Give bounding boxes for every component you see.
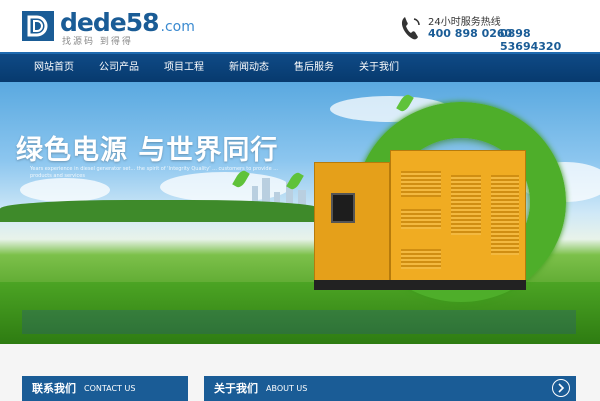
hero-banner[interactable]: 绿色电源 与世界同行 Years experience in diesel ge… xyxy=(0,82,600,344)
about-subtitle: ABOUT US xyxy=(266,384,308,393)
logo-suffix: .com xyxy=(160,19,195,35)
chevron-right-circle-icon[interactable] xyxy=(552,379,570,397)
main-nav: 网站首页 公司产品 项目工程 新闻动态 售后服务 关于我们 xyxy=(0,52,600,82)
hotline-label: 24小时服务热线 xyxy=(428,17,501,28)
nav-item-projects[interactable]: 项目工程 xyxy=(154,54,214,82)
contact-subtitle: CONTACT US xyxy=(84,384,136,393)
nav-item-about[interactable]: 关于我们 xyxy=(349,54,409,82)
contact-header: 联系我们 CONTACT US xyxy=(22,376,188,401)
logo-mark-icon xyxy=(22,11,54,41)
vent-grille xyxy=(401,209,441,229)
nav-item-service[interactable]: 售后服务 xyxy=(284,54,344,82)
hotline-number-2: 0898 53694320 xyxy=(500,27,562,53)
generator-base xyxy=(314,280,526,290)
banner-headline: 绿色电源 与世界同行 xyxy=(16,135,279,166)
banner-subtext: Years experience in diesel generator set… xyxy=(30,166,279,179)
about-header: 关于我们 ABOUT US xyxy=(204,376,576,401)
vent-grille xyxy=(401,171,441,197)
site-header: dede58 .com 找源码 到得得 24小时服务热线 400 898 0260… xyxy=(0,0,600,53)
hotline-block: 24小时服务热线 400 898 0260 0898 53694320 xyxy=(400,11,590,53)
vent-grille xyxy=(491,175,519,255)
nav-item-news[interactable]: 新闻动态 xyxy=(219,54,279,82)
phone-icon xyxy=(400,15,422,41)
vent-grille xyxy=(451,175,481,235)
nav-item-home[interactable]: 网站首页 xyxy=(24,54,84,82)
generator-side xyxy=(390,150,526,282)
tree-line xyxy=(0,200,320,222)
logo-tagline: 找源码 到得得 xyxy=(62,37,133,47)
nav-item-products[interactable]: 公司产品 xyxy=(89,54,149,82)
site-logo[interactable]: dede58 .com 找源码 到得得 xyxy=(22,8,195,47)
banner-caption-strip xyxy=(22,310,576,334)
generator-image xyxy=(314,150,526,300)
cloud xyxy=(20,178,110,202)
about-title: 关于我们 xyxy=(214,382,258,395)
logo-text: dede58 xyxy=(60,8,159,37)
control-panel xyxy=(331,193,355,223)
vent-grille xyxy=(401,249,441,269)
generator-front xyxy=(314,162,390,282)
contact-title: 联系我们 xyxy=(32,382,76,395)
content-section: 联系我们 CONTACT US 关于我们 ABOUT US xyxy=(0,344,600,401)
leaf xyxy=(286,170,304,192)
